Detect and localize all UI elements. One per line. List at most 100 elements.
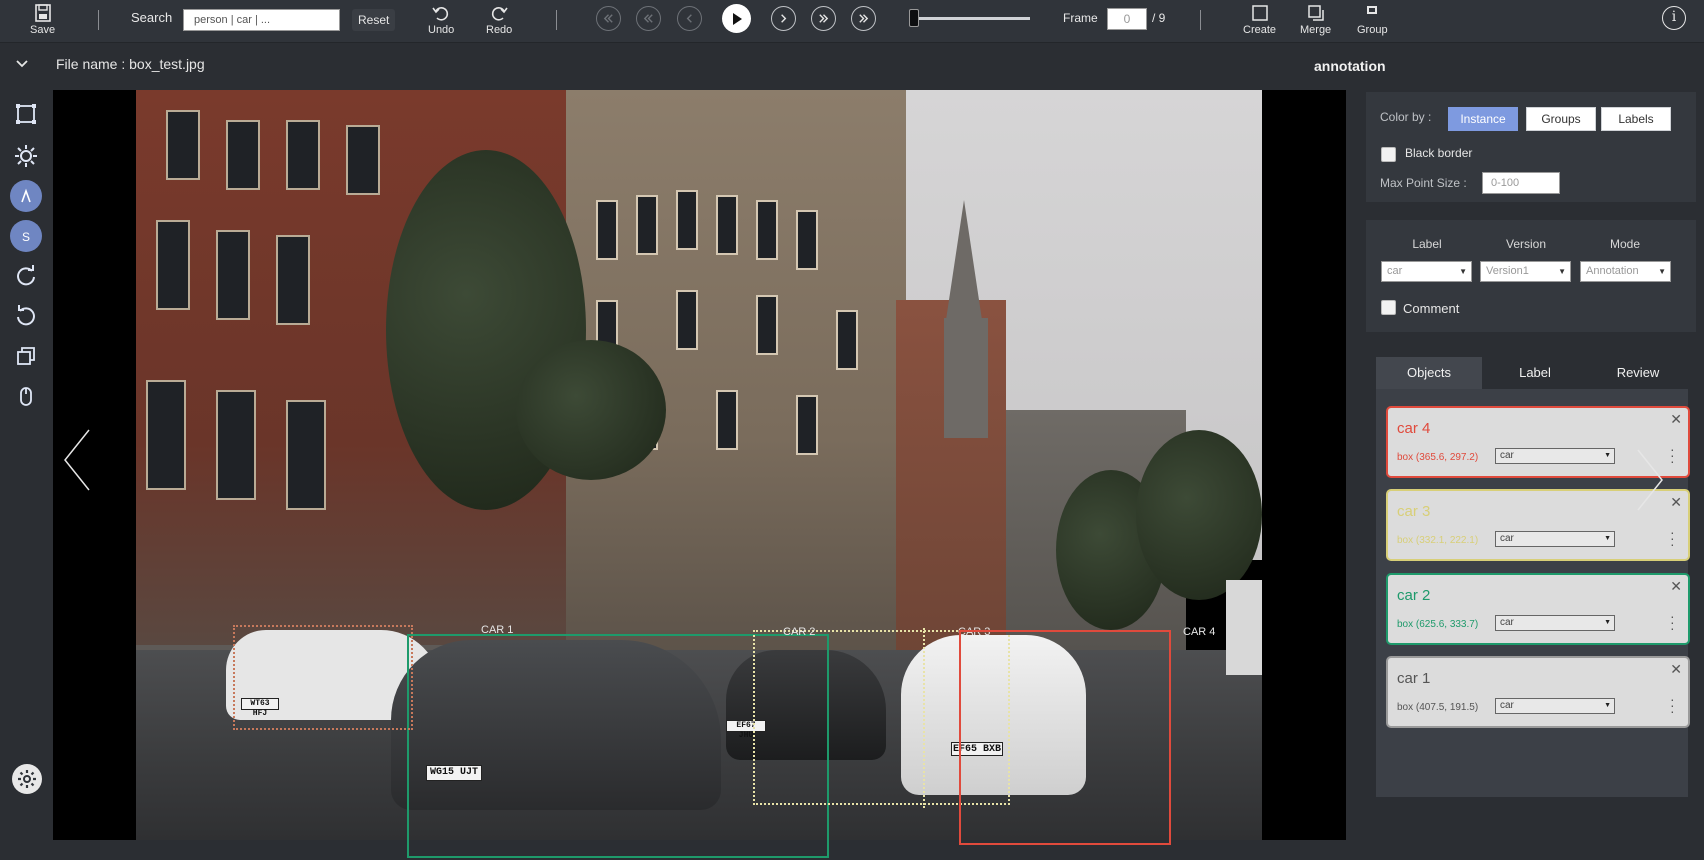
close-icon[interactable]: ✕ xyxy=(1670,411,1682,428)
comment-checkbox[interactable] xyxy=(1381,300,1396,315)
save-button[interactable]: Save xyxy=(30,3,55,41)
play-icon xyxy=(732,12,742,25)
contrast-tool[interactable] xyxy=(10,180,42,212)
redo-button[interactable]: Redo xyxy=(486,3,512,41)
double-chevron-left-icon xyxy=(603,14,613,23)
more-vertical-icon[interactable]: · · · xyxy=(1670,525,1675,551)
label-select[interactable]: car xyxy=(1381,261,1472,282)
tab-review[interactable]: Review xyxy=(1588,357,1688,389)
rotate-left-tool[interactable] xyxy=(10,300,42,332)
color-by-instance-button[interactable]: Instance xyxy=(1448,107,1518,131)
frame-slider-track[interactable] xyxy=(912,17,1030,20)
object-coords: box (332.1, 222.1) xyxy=(1397,535,1479,546)
max-point-size-input[interactable]: 0-100 xyxy=(1482,172,1560,194)
black-border-checkbox[interactable] xyxy=(1381,147,1396,162)
next-step-button[interactable] xyxy=(811,6,836,31)
close-icon[interactable]: ✕ xyxy=(1670,661,1682,678)
close-icon[interactable]: ✕ xyxy=(1670,494,1682,511)
object-name: car 3 xyxy=(1397,503,1431,520)
group-label: Group xyxy=(1357,24,1388,36)
frame-input[interactable] xyxy=(1107,8,1147,30)
mouse-tool[interactable] xyxy=(10,380,42,412)
window xyxy=(636,195,658,255)
gear-icon xyxy=(18,770,36,788)
prev-image-arrow[interactable] xyxy=(59,425,99,495)
group-button[interactable]: Group xyxy=(1357,3,1388,41)
create-button[interactable]: Create xyxy=(1243,3,1276,41)
bbox-car-white[interactable] xyxy=(233,625,413,730)
undo-icon xyxy=(432,7,449,21)
bbox-label: CAR 2 xyxy=(783,626,816,638)
panel-tabs: Objects Label Review xyxy=(1376,357,1688,389)
create-label: Create xyxy=(1243,24,1277,36)
next-image-arrow[interactable] xyxy=(1628,445,1668,515)
tool-rail: S xyxy=(0,90,50,860)
prev-frame-button[interactable] xyxy=(677,6,702,31)
chevron-down-icon[interactable] xyxy=(14,56,30,72)
bounding-box-tool[interactable] xyxy=(10,98,42,130)
last-frame-button[interactable] xyxy=(851,6,876,31)
object-label-select[interactable]: car xyxy=(1495,698,1615,714)
rotate-right-tool[interactable] xyxy=(10,260,42,292)
color-by-label: Color by : xyxy=(1380,110,1432,124)
saturation-tool[interactable]: S xyxy=(10,220,42,252)
truck xyxy=(1226,580,1262,675)
tab-label[interactable]: Label xyxy=(1482,357,1588,389)
image-canvas[interactable]: WT63 HFJ WG15 UJT EF67 JHU EF65 BXB CAR … xyxy=(53,90,1346,858)
tab-objects[interactable]: Objects xyxy=(1376,357,1482,389)
version-select[interactable]: Version1 xyxy=(1480,261,1571,282)
mode-select[interactable]: Annotation xyxy=(1580,261,1671,282)
brightness-tool[interactable] xyxy=(10,140,42,172)
svg-text:S: S xyxy=(22,230,30,244)
group-icon xyxy=(1367,6,1378,14)
color-by-labels-button[interactable]: Labels xyxy=(1601,107,1671,131)
redo-label: Redo xyxy=(486,24,513,36)
window xyxy=(166,110,200,180)
play-button[interactable] xyxy=(722,4,751,33)
brightness-icon xyxy=(15,145,37,167)
mode-column-header: Mode xyxy=(1609,237,1641,251)
double-chevron-right-icon xyxy=(859,14,869,23)
object-label-select[interactable]: car xyxy=(1495,531,1615,547)
info-icon: i xyxy=(1671,9,1677,25)
window xyxy=(146,380,186,490)
layers-tool[interactable] xyxy=(10,340,42,372)
tree xyxy=(1136,430,1262,600)
search-input[interactable] xyxy=(183,9,340,31)
settings-button[interactable] xyxy=(12,764,42,794)
tower xyxy=(944,318,988,438)
window xyxy=(796,210,818,270)
first-frame-button[interactable] xyxy=(596,6,621,31)
color-by-groups-button[interactable]: Groups xyxy=(1526,107,1596,131)
more-vertical-icon[interactable]: · · · xyxy=(1670,692,1675,718)
close-icon[interactable]: ✕ xyxy=(1670,578,1682,595)
undo-button[interactable]: Undo xyxy=(428,3,454,41)
next-frame-button[interactable] xyxy=(771,6,796,31)
window xyxy=(596,200,618,260)
bbox-car-3[interactable] xyxy=(923,628,926,808)
frame-total: / 9 xyxy=(1152,11,1166,25)
reset-button[interactable]: Reset xyxy=(352,9,396,31)
object-card-car-1[interactable]: car 1 box (407.5, 191.5) car ✕ ··· xyxy=(1386,656,1690,728)
info-button[interactable]: i xyxy=(1662,6,1686,30)
window xyxy=(216,390,256,500)
saturation-icon: S xyxy=(22,230,30,244)
merge-button[interactable]: Merge xyxy=(1300,3,1331,41)
window xyxy=(286,400,326,510)
search-label: Search xyxy=(131,10,173,25)
more-vertical-icon[interactable]: · · · xyxy=(1670,442,1675,468)
bbox-label: CAR 4 xyxy=(1183,626,1216,638)
object-card-car-2[interactable]: car 2 box (625.6, 333.7) car ✕ ··· xyxy=(1386,573,1690,645)
bbox-car-4[interactable] xyxy=(959,630,1171,845)
object-coords: box (407.5, 191.5) xyxy=(1397,702,1479,713)
more-vertical-icon[interactable]: · · · xyxy=(1670,609,1675,635)
object-label-select[interactable]: car xyxy=(1495,615,1615,631)
frame-slider-thumb[interactable] xyxy=(909,9,919,27)
window xyxy=(716,195,738,255)
save-icon xyxy=(34,4,51,22)
prev-step-button[interactable] xyxy=(636,6,661,31)
object-label-select[interactable]: car xyxy=(1495,448,1615,464)
object-name: car 1 xyxy=(1397,670,1431,687)
toolbar-separator xyxy=(98,10,99,30)
layers-icon xyxy=(17,347,35,365)
